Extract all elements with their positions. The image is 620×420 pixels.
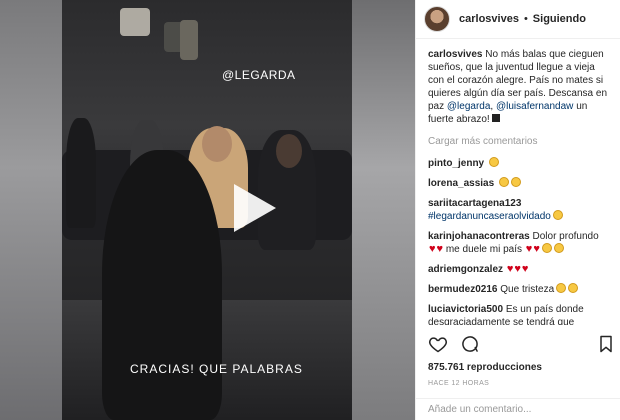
video-overlay-caption: CRACIAS! QUE PALABRAS (130, 362, 303, 376)
sad-face-icon (510, 177, 521, 187)
comment-icon[interactable] (460, 334, 480, 354)
red-heart-icon: ♥ (506, 263, 514, 275)
flag-icon (491, 114, 500, 122)
comment-username[interactable]: lorena_assias (428, 178, 494, 189)
comment-item: karinjohanacontreras Dolor profundo ♥♥ m… (428, 230, 611, 256)
red-heart-icon: ♥ (436, 243, 444, 255)
video-blur-left (0, 0, 62, 420)
person (66, 118, 96, 228)
comment-input[interactable] (416, 399, 620, 420)
heart-icon[interactable] (428, 334, 448, 354)
sad-face-icon (498, 177, 509, 187)
video-blur-right (352, 0, 415, 420)
load-more-comments[interactable]: Cargar más comentarios (428, 136, 611, 147)
sad-face-icon (541, 243, 552, 253)
play-icon[interactable] (234, 184, 276, 232)
comment-text: Dolor profundo (532, 231, 599, 242)
hashtag-link[interactable]: #legardanuncaseraolvidado (428, 211, 551, 222)
red-heart-icon: ♥ (533, 243, 540, 255)
sad-face-icon (568, 283, 579, 293)
comment-username[interactable]: bermudez0216 (428, 284, 497, 295)
bookmark-icon[interactable] (596, 334, 616, 354)
post-caption: carlosvives No más balas que cieguen sue… (428, 48, 611, 126)
sad-face-icon (488, 157, 499, 167)
comment-username[interactable]: pinto_jenny (428, 158, 484, 169)
comment-item: bermudez0216 Que tristeza (428, 283, 611, 296)
comments-list[interactable]: carlosvives No más balas que cieguen sue… (416, 40, 620, 325)
sad-face-icon (552, 210, 563, 220)
red-heart-icon: ♥ (525, 243, 533, 255)
caption-username[interactable]: carlosvives (428, 49, 483, 60)
person-head (276, 134, 302, 168)
video-watermark: @LEGARDA (222, 68, 296, 82)
lamp (120, 8, 150, 36)
separator-dot: • (523, 13, 528, 25)
post-header: carlosvives • Siguiendo (416, 0, 620, 39)
person-head (202, 126, 232, 162)
lamp (180, 20, 198, 60)
red-heart-icon: ♥ (429, 243, 436, 255)
comment-item: lorena_assias (428, 177, 611, 190)
mention-link[interactable]: @luisafernandaw (496, 101, 573, 112)
mention-link[interactable]: @legarda (447, 101, 491, 112)
red-heart-icon: ♥ (514, 263, 521, 275)
comment-username[interactable]: sariitacartagena123 (428, 198, 521, 209)
post-panel: carlosvives • Siguiendo carlosvives No m… (415, 0, 620, 420)
view-count: 875.761 reproducciones (428, 362, 542, 373)
post-timestamp: HACE 12 HORAS (428, 380, 490, 387)
comment-username[interactable]: karinjohanacontreras (428, 231, 530, 242)
foreground-person (102, 150, 222, 420)
comment-item: luciavictoria500 Es un país donde desgra… (428, 303, 611, 325)
avatar[interactable] (424, 6, 450, 32)
add-comment-box (416, 398, 620, 420)
action-bar (428, 334, 480, 354)
comment-username[interactable]: adriemgonzalez (428, 264, 503, 275)
red-heart-icon: ♥ (521, 263, 529, 275)
caption-comma: , (490, 101, 494, 112)
media-area: @LEGARDA CRACIAS! QUE PALABRAS (0, 0, 415, 420)
follow-status-button[interactable]: Siguiendo (533, 13, 586, 25)
comment-item: sariitacartagena123 #legardanuncaseraolv… (428, 197, 611, 223)
comment-item: adriemgonzalez ♥♥♥ (428, 263, 611, 276)
header-username[interactable]: carlosvives (459, 13, 519, 25)
sad-face-icon (553, 243, 564, 253)
sad-face-icon (556, 283, 567, 293)
video-player[interactable]: @LEGARDA CRACIAS! QUE PALABRAS (62, 0, 352, 420)
comment-item: pinto_jenny (428, 157, 611, 170)
comment-text: me duele mi país (445, 244, 522, 255)
comment-username[interactable]: luciavictoria500 (428, 304, 503, 315)
comment-text: Que tristeza (500, 284, 555, 295)
